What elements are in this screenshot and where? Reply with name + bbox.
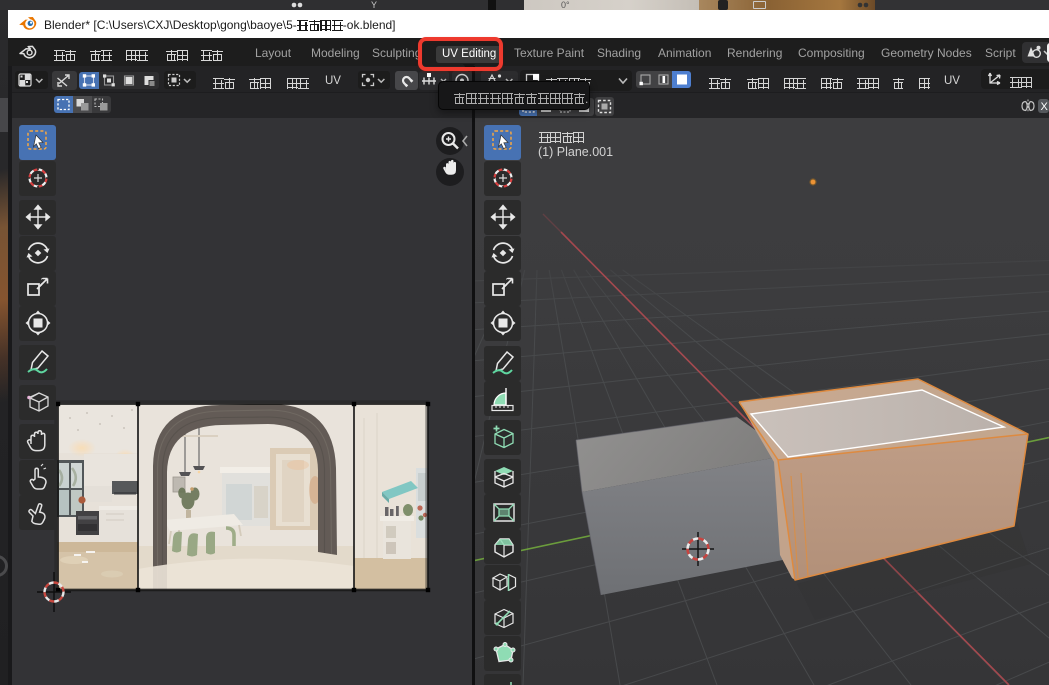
svg-text:X: X xyxy=(1041,101,1049,113)
